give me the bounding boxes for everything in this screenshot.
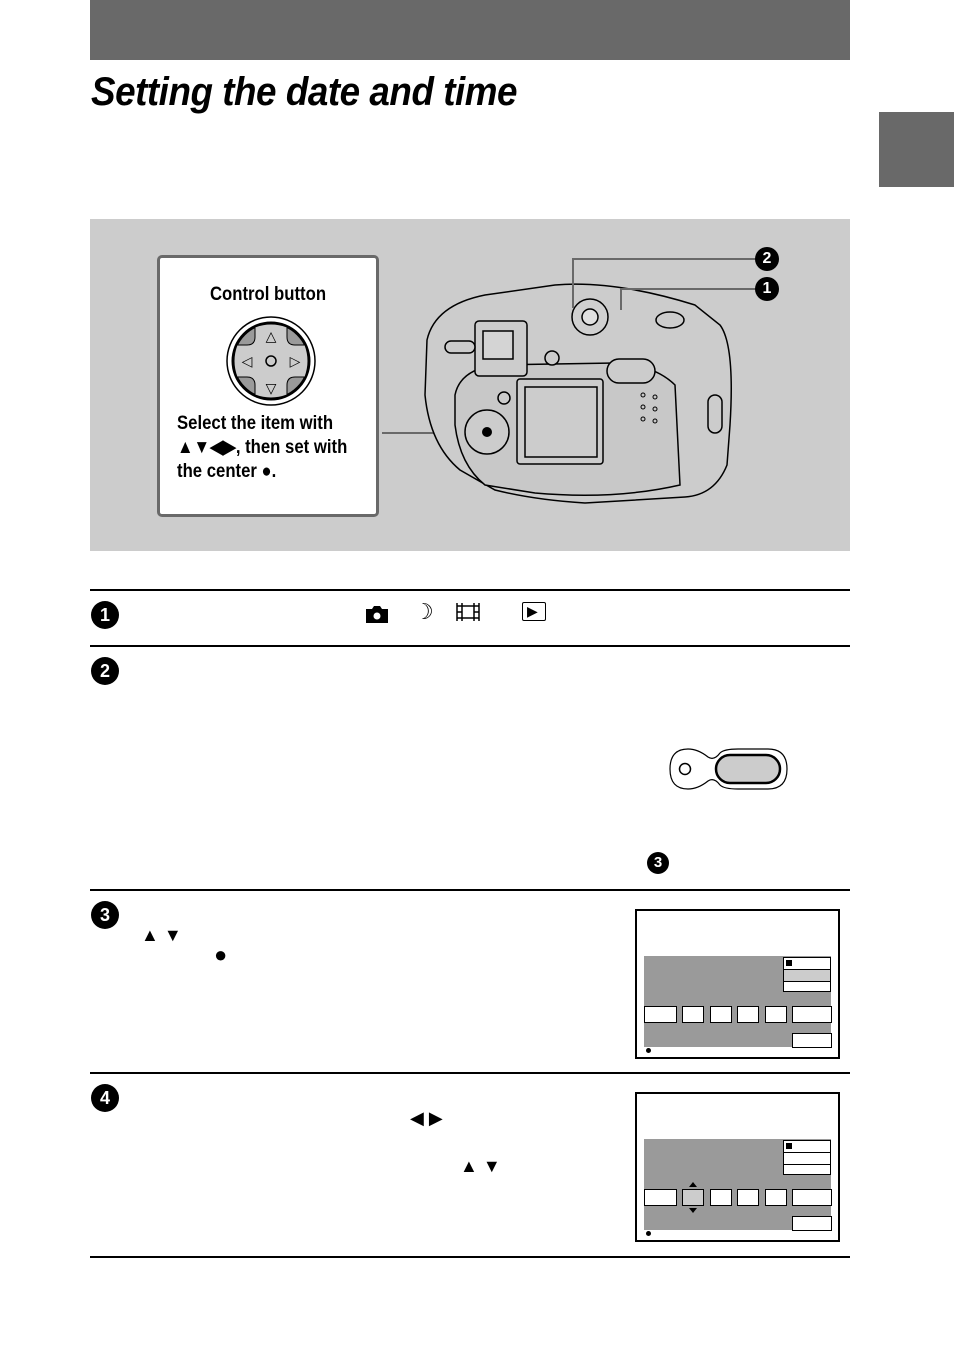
up-down-arrows: ▲ ▼ — [460, 1156, 501, 1176]
date-field — [710, 1189, 732, 1206]
header-bar — [90, 0, 850, 60]
step-4-number: 4 — [91, 1084, 119, 1112]
date-field — [737, 1006, 759, 1023]
date-setting-screen-step3 — [635, 909, 840, 1059]
camera-label-1: 1 — [755, 277, 779, 301]
callout-instructions: Select the item with ▲▼◀▶, then set with… — [177, 412, 353, 484]
date-field — [644, 1006, 677, 1023]
date-field — [737, 1189, 759, 1206]
callout-line: Select the item with — [177, 413, 334, 434]
date-field — [765, 1189, 787, 1206]
date-field — [682, 1006, 704, 1023]
step-divider — [90, 589, 850, 591]
ok-field — [792, 1033, 832, 1048]
play-glyph: ▶ — [527, 603, 538, 619]
callout-line: the center ●. — [177, 461, 277, 482]
callout-title: Control button — [209, 284, 327, 305]
date-field — [644, 1189, 677, 1206]
step-1-number: 1 — [91, 601, 119, 629]
callout-line: ▲▼◀▶, then set with — [177, 437, 348, 458]
movie-icon — [456, 603, 480, 621]
step-divider — [90, 1256, 850, 1258]
step-divider — [90, 645, 850, 647]
field-up-arrow-icon — [689, 1182, 697, 1187]
ok-field — [792, 1216, 832, 1231]
menu-row — [783, 981, 831, 992]
step-3-number: 3 — [91, 901, 119, 929]
step-divider — [90, 889, 850, 891]
camera-label-2: 2 — [755, 247, 779, 271]
step-2-number: 2 — [91, 657, 119, 685]
date-field — [792, 1189, 832, 1206]
section-tab — [879, 112, 954, 187]
menu-row — [783, 1164, 831, 1175]
pad-left-arrow: ◁ — [242, 353, 253, 369]
label-2-leader-vertical — [572, 258, 574, 308]
control-pad-icon: △ ▽ ◁ ▷ — [226, 316, 316, 406]
date-field — [792, 1006, 832, 1023]
step-divider — [90, 1072, 850, 1074]
screen-indicator-dot — [646, 1048, 651, 1053]
center-button-icon: ● — [214, 942, 228, 967]
pad-up-arrow: △ — [266, 328, 277, 344]
date-field — [765, 1006, 787, 1023]
date-field-selected — [682, 1189, 704, 1206]
step-3-reference: 3 — [647, 852, 669, 874]
date-setting-screen-step4 — [635, 1092, 840, 1242]
pad-down-arrow: ▽ — [266, 380, 277, 396]
camera-illustration — [424, 283, 732, 504]
screen-indicator-dot — [646, 1231, 651, 1236]
label-2-leader — [572, 258, 756, 260]
night-mode-icon: ☽ — [414, 599, 434, 624]
label-1-leader-vertical — [620, 288, 622, 310]
menu-button-icon — [669, 748, 788, 790]
page-title: Setting the date and time — [91, 70, 518, 114]
pad-right-arrow: ▷ — [290, 353, 301, 369]
control-button-callout: Control button △ ▽ ◁ ▷ Select the item w… — [157, 255, 379, 517]
left-right-arrows: ◀ ▶ — [410, 1108, 443, 1128]
field-down-arrow-icon — [689, 1208, 697, 1213]
label-1-leader — [620, 288, 756, 290]
playback-icon: ▶ — [522, 602, 546, 621]
up-down-arrows: ▲ ▼ — [141, 925, 182, 945]
camera-icon — [366, 606, 388, 623]
date-field — [710, 1006, 732, 1023]
